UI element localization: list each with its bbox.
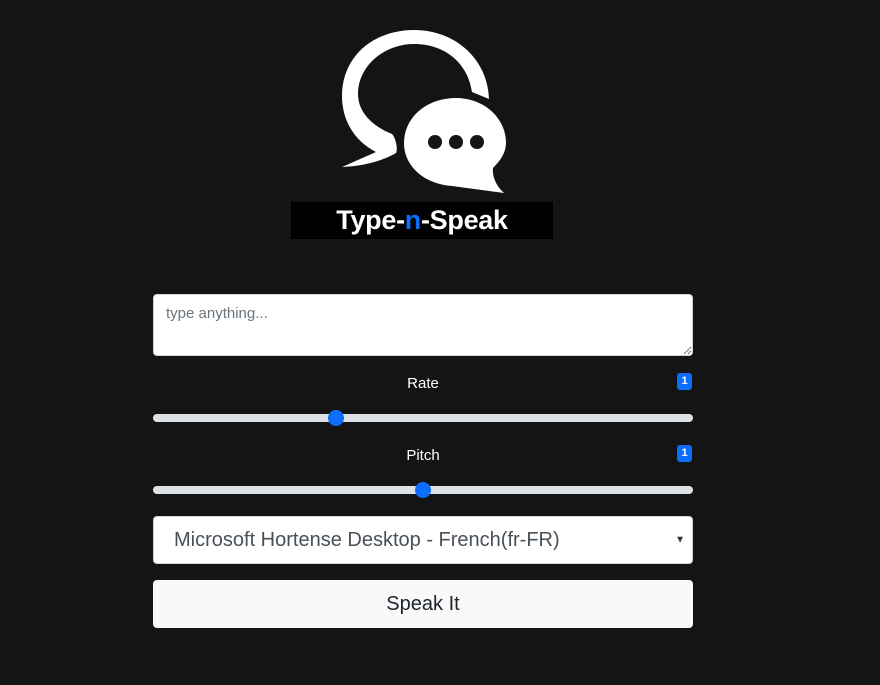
pitch-value-badge: 1 xyxy=(677,445,692,462)
rate-slider[interactable] xyxy=(153,410,693,426)
text-input[interactable] xyxy=(153,294,693,356)
rate-slider-thumb[interactable] xyxy=(327,410,344,426)
pitch-slider-thumb[interactable] xyxy=(415,482,431,498)
app-container: Type-n-Speak Rate 1 Pitch 1 Microsoft Ho… xyxy=(0,0,880,685)
rate-value-badge: 1 xyxy=(677,373,692,390)
app-title-accent: n xyxy=(404,205,422,235)
dot-icon xyxy=(449,135,463,149)
app-title: Type-n -Speak xyxy=(291,202,553,239)
voice-select[interactable]: Microsoft Hortense Desktop - French(fr-F… xyxy=(153,516,693,564)
app-title-suffix: -Speak xyxy=(420,205,508,235)
rate-label: Rate xyxy=(407,375,439,392)
rate-slider-track[interactable] xyxy=(153,414,693,422)
app-title-prefix: Type- xyxy=(336,205,405,235)
chevron-down-icon[interactable]: ▼ xyxy=(675,535,685,546)
chat-bubbles-icon xyxy=(342,30,506,193)
speak-button[interactable]: Speak It xyxy=(153,580,693,628)
pitch-label: Pitch xyxy=(406,447,440,464)
pitch-slider[interactable] xyxy=(153,482,693,498)
dot-icon xyxy=(428,135,442,149)
voice-select-value: Microsoft Hortense Desktop - French(fr-F… xyxy=(174,528,560,551)
dot-icon xyxy=(470,135,484,149)
